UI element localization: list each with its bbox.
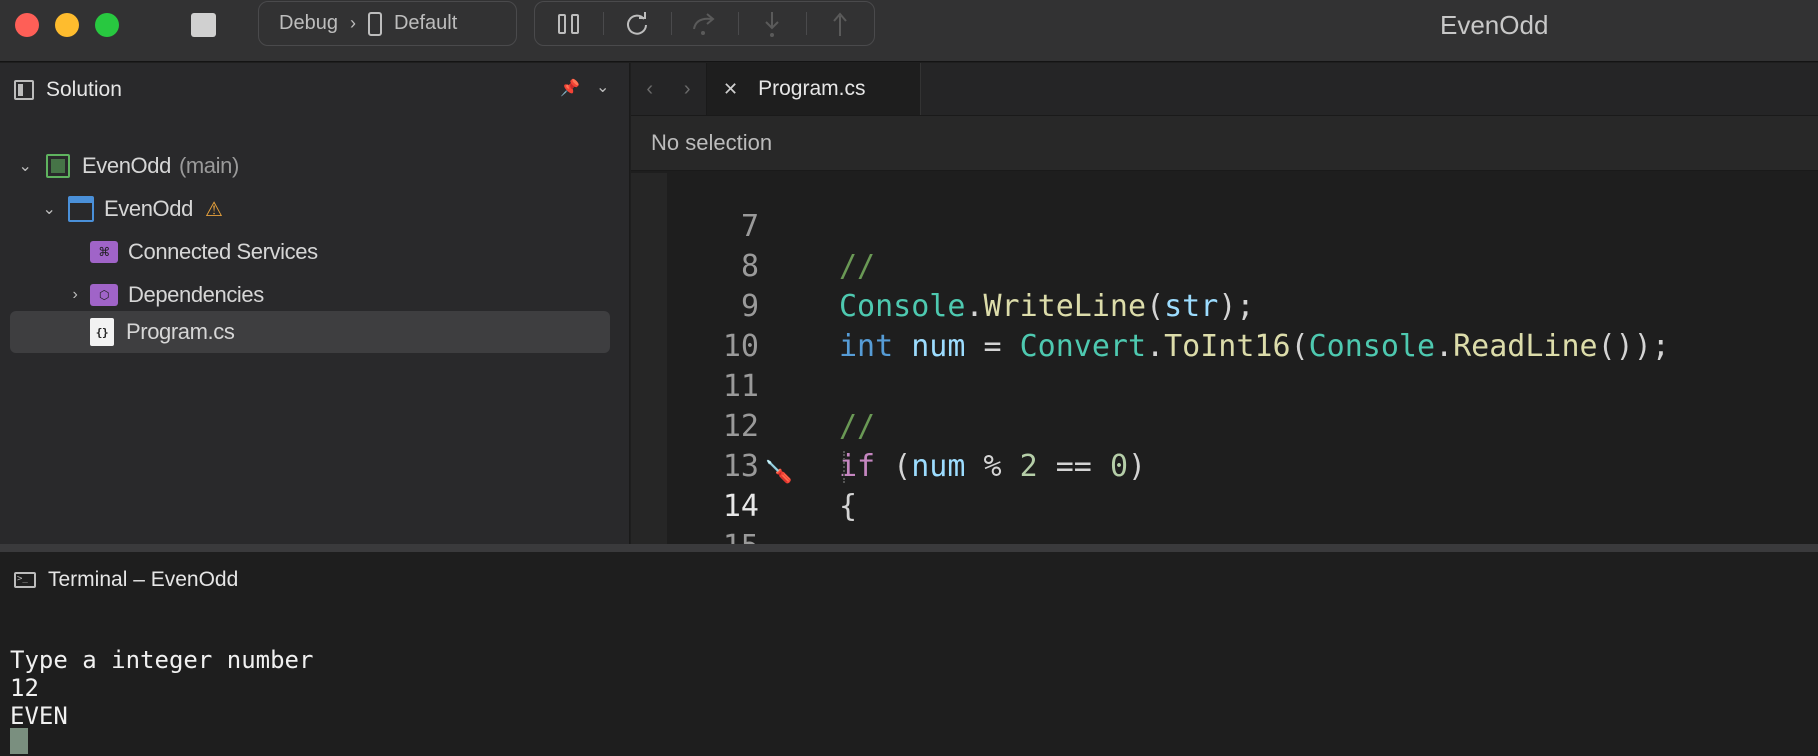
code-text: { — [839, 489, 858, 524]
code-text: Console.WriteLine(str); — [839, 289, 1255, 324]
terminal-line: EVEN — [10, 702, 68, 730]
step-out-icon — [833, 11, 847, 36]
tree-item-label: Program.cs — [126, 319, 235, 344]
chevron-down-icon[interactable]: ⌄ — [596, 77, 609, 97]
tree-item-connected-services[interactable]: ⌘ Connected Services — [90, 232, 318, 272]
terminal-cursor — [10, 728, 28, 754]
terminal-output[interactable]: Type a integer number 12 EVEN — [10, 646, 313, 730]
title-bar: Debug › Default EvenOdd — [0, 0, 1818, 62]
code-area[interactable]: 7 // 8 Console.WriteLine(str); 9 int num… — [667, 173, 1818, 544]
code-text: // — [839, 249, 876, 284]
code-text: if (num % 2 == 0) — [839, 449, 1147, 484]
solution-label: EvenOdd — [82, 153, 171, 178]
terminal-header: >_ Terminal – EvenOdd — [0, 552, 1818, 608]
step-into-icon — [765, 11, 779, 37]
window-title: EvenOdd — [1440, 10, 1549, 40]
chevron-down-icon[interactable]: ⌄ — [40, 199, 58, 219]
restart-button[interactable] — [602, 1, 671, 46]
warning-icon: ⚠ — [204, 198, 223, 221]
solution-icon — [46, 154, 70, 178]
back-icon[interactable]: ‹ — [646, 78, 653, 101]
editor-tab-bar: ‹ › ✕ Program.cs — [631, 63, 1818, 116]
step-over-button[interactable] — [670, 1, 739, 46]
breadcrumb[interactable]: No selection — [631, 116, 1818, 171]
forward-icon[interactable]: › — [684, 78, 691, 101]
code-line: 15 } — [667, 487, 775, 544]
tab-label: Program.cs — [758, 77, 866, 100]
solution-pad-icon — [14, 79, 34, 100]
debug-toolbar — [534, 1, 875, 46]
chevron-right-icon[interactable]: › — [66, 286, 84, 304]
code-line: 7 // — [667, 173, 875, 284]
code-line: 9 int num = Convert.ToInt16(Console.Read… — [667, 247, 1670, 364]
step-over-icon — [693, 12, 716, 35]
step-out-button[interactable] — [806, 1, 874, 46]
close-tab-icon[interactable]: ✕ — [723, 79, 738, 100]
step-into-button[interactable] — [738, 1, 806, 46]
terminal-title: Terminal – EvenOdd — [48, 568, 239, 591]
editor-gutter — [631, 173, 667, 544]
code-editor: ‹ › ✕ Program.cs No selection 7 // 8 Con… — [631, 63, 1818, 544]
device-icon — [367, 11, 382, 36]
code-line: 8 Console.WriteLine(str); — [667, 207, 1255, 324]
pane-splitter[interactable] — [0, 544, 1818, 552]
zoom-window-button[interactable] — [95, 13, 119, 37]
code-line: 16 else — [667, 527, 775, 544]
tree-item-label: Dependencies — [128, 282, 264, 307]
branch-label: (main) — [178, 153, 239, 178]
editor-navigation: ‹ › — [631, 63, 707, 115]
code-line: 13 { — [667, 407, 857, 524]
solution-pad: Solution 📌 ⌄ ⌄ EvenOdd (main) ⌄ EvenOdd … — [0, 63, 630, 544]
run-configuration-selector[interactable]: Debug › Default — [258, 1, 517, 46]
code-line: 10 — [667, 287, 775, 364]
tab-program-cs[interactable]: ✕ Program.cs — [707, 63, 921, 115]
code-text: // — [839, 409, 876, 444]
csharp-file-icon: {} — [90, 318, 114, 346]
chevron-right-icon: › — [349, 13, 356, 33]
solution-pad-header: Solution 📌 ⌄ — [0, 63, 629, 116]
connected-services-folder-icon: ⌘ — [90, 241, 118, 263]
tree-item-solution[interactable]: ⌄ EvenOdd (main) — [16, 146, 239, 186]
chevron-down-icon[interactable]: ⌄ — [16, 156, 34, 176]
pin-icon[interactable]: 📌 — [560, 78, 580, 98]
tree-item-program-cs[interactable]: {} Program.cs — [10, 311, 610, 353]
code-line: 12 if (num % 2 == 0) — [667, 367, 1146, 484]
terminal-icon: >_ — [14, 572, 36, 588]
dependencies-folder-icon: ⬡ — [90, 284, 118, 306]
tree-item-dependencies[interactable]: › ⬡ Dependencies — [66, 275, 265, 315]
terminal-pad: >_ Terminal – EvenOdd Type a integer num… — [0, 552, 1818, 756]
indent-guide — [843, 451, 845, 483]
tree-item-label: Connected Services — [128, 239, 318, 264]
project-icon — [68, 196, 94, 222]
close-window-button[interactable] — [15, 13, 39, 37]
pause-icon — [557, 13, 579, 34]
code-text: int num = Convert.ToInt16(Console.ReadLi… — [839, 329, 1670, 364]
stop-button[interactable] — [191, 13, 216, 37]
tree-item-project[interactable]: ⌄ EvenOdd ⚠ — [40, 189, 223, 229]
solution-pad-title: Solution — [46, 77, 122, 101]
code-line: 11 // — [667, 327, 875, 444]
restart-icon — [626, 11, 647, 35]
terminal-line: 12 — [10, 674, 39, 702]
minimize-window-button[interactable] — [55, 13, 79, 37]
program-cs-row-content: {} Program.cs — [90, 312, 235, 352]
terminal-line: Type a integer number — [10, 646, 314, 674]
configuration-label: Debug — [279, 12, 338, 34]
code-line-current: 14 🪛 Console.WriteLine("EVEN"); — [667, 447, 845, 524]
device-label: Default — [393, 12, 458, 34]
pause-button[interactable] — [535, 1, 603, 46]
project-label: EvenOdd — [104, 196, 193, 221]
